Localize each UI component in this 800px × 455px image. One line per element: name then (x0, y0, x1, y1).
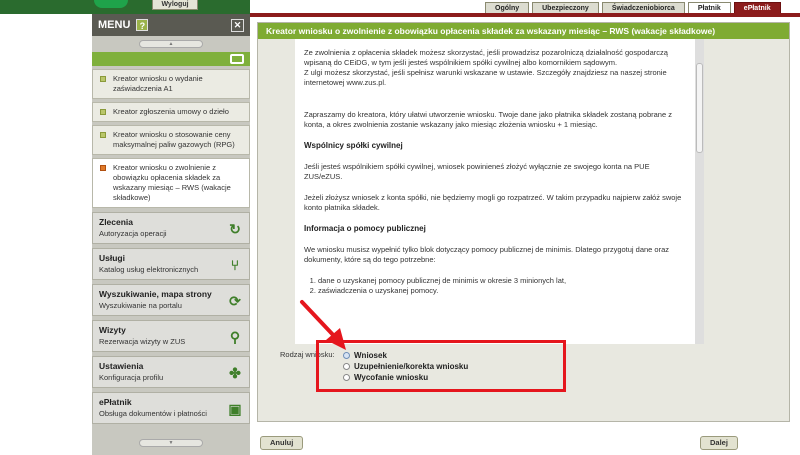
gap (304, 234, 685, 245)
top-bar: Wyloguj Ogólny Ubezpieczony Świadczeniob… (0, 0, 800, 17)
paragraph: Ze zwolnienia z opłacenia składek możesz… (304, 48, 668, 67)
paragraph: Zapraszamy do kreatora, który ułatwi utw… (304, 110, 672, 129)
required-documents-list: dane o uzyskanej pomocy publicznej de mi… (318, 276, 685, 296)
sidebar-section-zlecenia[interactable]: Zlecenia Autoryzacja operacji ↻ (92, 212, 250, 244)
cancel-button[interactable]: Anuluj (260, 436, 304, 450)
help-icon[interactable]: ? (136, 19, 149, 31)
menu-scroll-down-button[interactable]: ▼ (139, 439, 203, 447)
gear-icon: ✤ (229, 365, 241, 381)
sidebar-section-ustawienia[interactable]: Ustawienia Konfiguracja profilu ✤ (92, 356, 250, 388)
list-item: dane o uzyskanej pomocy publicznej de mi… (318, 276, 685, 286)
logo-bar: Wyloguj (0, 0, 250, 14)
bullet-icon (100, 165, 106, 171)
section-heading: Informacja o pomocy publicznej (304, 224, 426, 233)
top-spacer (304, 39, 685, 48)
section-title: Zlecenia (99, 217, 134, 227)
gap (304, 151, 685, 162)
content-scrollbar[interactable] (695, 39, 704, 344)
section-subtitle: Konfiguracja profilu (99, 373, 164, 382)
document-icon: ▣ (228, 401, 242, 417)
gap (304, 213, 685, 224)
active-group-strip (92, 52, 250, 66)
walking-icon: ⚲ (229, 329, 241, 345)
gap (304, 130, 685, 141)
mail-icon (230, 54, 244, 64)
section-subtitle: Katalog usług elektronicznych (99, 265, 199, 274)
logout-button[interactable]: Wyloguj (152, 0, 198, 10)
tab-strip (250, 13, 800, 17)
sidebar-item-a1[interactable]: Kreator wniosku o wydanie zaświadczenia … (92, 69, 250, 99)
menu-title: MENU (98, 19, 131, 31)
tree-icon: ⑂ (230, 257, 240, 273)
sidebar-section-wizyty[interactable]: Wizyty Rezerwacja wizyty w ZUS ⚲ (92, 320, 250, 352)
section-title: Wyszukiwanie, mapa strony (99, 289, 212, 299)
sidebar-menu: MENU ? ✕ ▲ Kreator wniosku o wydanie zaś… (92, 14, 250, 455)
gap (304, 99, 685, 110)
bullet-icon (100, 109, 106, 115)
section-title: Wizyty (99, 325, 126, 335)
page-title: Kreator wniosku o zwolnienie z obowiązku… (258, 23, 789, 39)
section-title: Ustawienia (99, 361, 144, 371)
sidebar-item-label: Kreator zgłoszenia umowy o dzieło (113, 107, 229, 116)
section-title: Usługi (99, 253, 125, 263)
bullet-icon (100, 76, 106, 82)
section-subtitle: Obsługa dokumentów i płatności (99, 409, 207, 418)
annotation-arrow-icon (300, 300, 346, 350)
gap (304, 265, 685, 276)
close-icon[interactable]: ✕ (231, 18, 244, 32)
sidebar-section-eplatnik[interactable]: ePłatnik Obsługa dokumentów i płatności … (92, 392, 250, 424)
sync-icon: ⟳ (229, 293, 241, 309)
sidebar-item-label: Kreator wniosku o stosowanie ceny maksym… (113, 130, 235, 149)
bullet-icon (100, 132, 106, 138)
sidebar-item-rpg[interactable]: Kreator wniosku o stosowanie ceny maksym… (92, 125, 250, 155)
gap (304, 88, 685, 99)
menu-scroll-up-button[interactable]: ▲ (139, 40, 203, 48)
refresh-icon: ↻ (229, 221, 241, 237)
sidebar-item-umowa-o-dzielo[interactable]: Kreator zgłoszenia umowy o dzieło (92, 102, 250, 122)
section-subtitle: Autoryzacja operacji (99, 229, 167, 238)
section-subtitle: Wyszukiwanie na portalu (99, 301, 182, 310)
section-heading: Wspólnicy spółki cywilnej (304, 141, 403, 150)
section-title: ePłatnik (99, 397, 132, 407)
paragraph: Jeśli jesteś wspólnikiem spółki cywilnej… (304, 162, 650, 181)
sidebar-item-rws[interactable]: Kreator wniosku o zwolnienie z obowiązku… (92, 158, 250, 208)
paragraph: Z ulgi możesz skorzystać, jeśli spełnisz… (304, 68, 667, 87)
section-subtitle: Rezerwacja wizyty w ZUS (99, 337, 186, 346)
zus-logo (94, 0, 128, 8)
paragraph: We wniosku musisz wypełnić tylko blok do… (304, 245, 670, 264)
sidebar-item-label: Kreator wniosku o zwolnienie z obowiązku… (113, 163, 231, 202)
paragraph: Jeżeli złożysz wniosek z konta spółki, n… (304, 193, 682, 212)
gap (304, 182, 685, 193)
sidebar-section-uslugi[interactable]: Usługi Katalog usług elektronicznych ⑂ (92, 248, 250, 280)
scrollbar-thumb[interactable] (696, 63, 703, 153)
sidebar-section-wyszukiwanie[interactable]: Wyszukiwanie, mapa strony Wyszukiwanie n… (92, 284, 250, 316)
sidebar-item-label: Kreator wniosku o wydanie zaświadczenia … (113, 74, 203, 93)
list-item: zaświadczenia o uzyskanej pomocy. (318, 286, 685, 296)
menu-header: MENU ? ✕ (92, 14, 250, 36)
next-button[interactable]: Dalej (700, 436, 738, 450)
